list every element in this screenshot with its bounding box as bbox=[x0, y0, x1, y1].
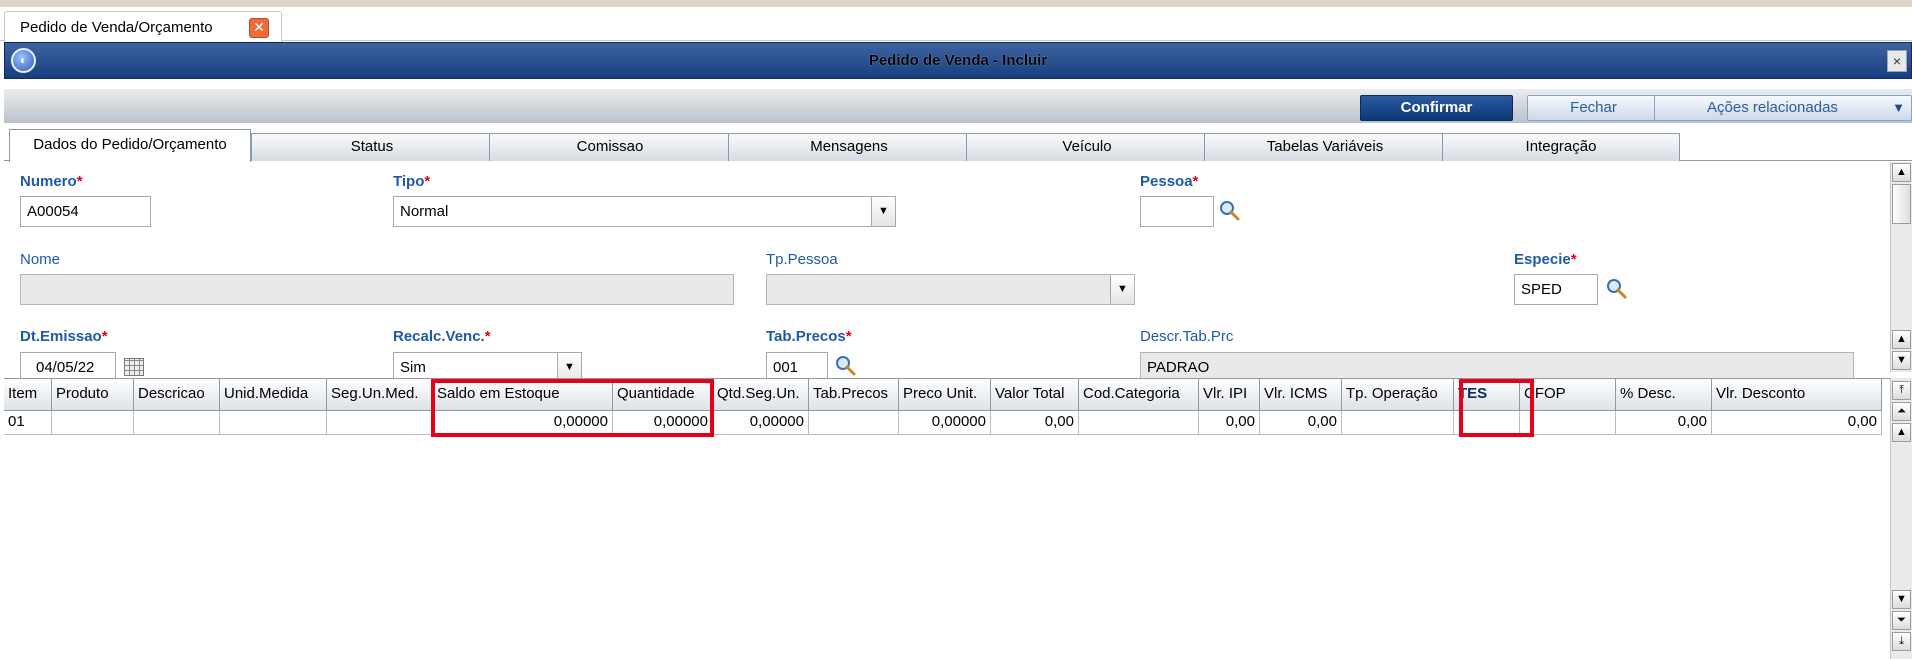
tp-pessoa-label: Tp.Pessoa bbox=[766, 251, 838, 268]
grid-column-header[interactable]: Valor Total bbox=[991, 379, 1079, 411]
grid-cell[interactable] bbox=[327, 411, 433, 435]
tab-status[interactable]: Status bbox=[251, 133, 493, 161]
related-actions-button[interactable]: Ações relacionadas ▼ bbox=[1654, 95, 1912, 121]
form-scrollbar[interactable]: ▲ ▲ ▼ bbox=[1890, 162, 1912, 372]
action-bar: Confirmar Fechar Ações relacionadas ▼ bbox=[4, 88, 1912, 123]
scroll-page-down-icon[interactable]: ⏷ bbox=[1892, 611, 1911, 630]
grid-column-header[interactable]: Unid.Medida bbox=[220, 379, 327, 411]
grid-column-header[interactable]: Qtd.Seg.Un. bbox=[713, 379, 809, 411]
chevron-down-icon[interactable]: ▼ bbox=[1110, 275, 1134, 304]
document-tab-label: Pedido de Venda/Orçamento bbox=[20, 18, 213, 36]
grid-column-header[interactable]: CFOP bbox=[1520, 379, 1616, 411]
tipo-label: Tipo* bbox=[393, 173, 431, 190]
tab-veiculo[interactable]: Veículo bbox=[966, 133, 1208, 161]
grid-cell[interactable] bbox=[220, 411, 327, 435]
confirm-button[interactable]: Confirmar bbox=[1360, 95, 1513, 121]
document-tab[interactable]: Pedido de Venda/Orçamento ✕ bbox=[4, 11, 282, 42]
grid-column-header[interactable]: % Desc. bbox=[1616, 379, 1712, 411]
grid-cell[interactable]: 0,00 bbox=[1712, 411, 1882, 435]
especie-input[interactable]: SPED bbox=[1514, 274, 1598, 305]
grid-cell[interactable] bbox=[1520, 411, 1616, 435]
scroll-up-icon[interactable]: ▲ bbox=[1892, 163, 1911, 182]
grid-cell[interactable]: 0,00000 bbox=[713, 411, 809, 435]
grid-column-header[interactable]: Produto bbox=[52, 379, 134, 411]
tab-comissao[interactable]: Comissao bbox=[489, 133, 731, 161]
tab-integracao[interactable]: Integração bbox=[1442, 133, 1680, 161]
tab-tabelas-variaveis[interactable]: Tabelas Variáveis bbox=[1204, 133, 1446, 161]
grid-cell[interactable] bbox=[809, 411, 899, 435]
nome-input[interactable] bbox=[20, 274, 734, 305]
table-row[interactable]: 01 0,00000 0,00000 0,00000 0,00000 0,00 … bbox=[4, 411, 1882, 435]
tipo-select[interactable]: Normal ▼ bbox=[393, 196, 896, 227]
calendar-icon[interactable] bbox=[124, 358, 144, 376]
scroll-top-icon[interactable]: ⤒ bbox=[1892, 381, 1911, 400]
tab-dados-pedido[interactable]: Dados do Pedido/Orçamento bbox=[9, 129, 251, 162]
tipo-value: Normal bbox=[400, 203, 449, 220]
grid-column-header[interactable]: Preco Unit. bbox=[899, 379, 991, 411]
close-icon[interactable]: ✕ bbox=[249, 18, 269, 38]
related-actions-label: Ações relacionadas bbox=[1707, 99, 1838, 116]
grid-column-header[interactable]: Tab.Precos bbox=[809, 379, 899, 411]
tab-precos-label: Tab.Precos* bbox=[766, 328, 852, 345]
highlight-saldo-quantidade bbox=[431, 379, 714, 437]
grid-cell[interactable] bbox=[134, 411, 220, 435]
grid-column-header[interactable]: Item bbox=[4, 379, 52, 411]
grid-cell[interactable]: 01 bbox=[4, 411, 52, 435]
grid-column-header[interactable]: Vlr. IPI bbox=[1199, 379, 1260, 411]
search-icon[interactable] bbox=[1605, 277, 1627, 299]
pessoa-input[interactable] bbox=[1140, 196, 1214, 227]
scroll-down-icon[interactable]: ▼ bbox=[1892, 590, 1911, 609]
grid-column-header[interactable]: Vlr. ICMS bbox=[1260, 379, 1342, 411]
top-strip bbox=[0, 0, 1912, 7]
window-title: Pedido de Venda - Incluir bbox=[868, 52, 1048, 69]
chevron-down-icon: ▼ bbox=[1892, 100, 1905, 115]
document-tab-bar: Pedido de Venda/Orçamento ✕ bbox=[0, 7, 1912, 42]
close-button[interactable]: Fechar bbox=[1527, 95, 1660, 121]
scroll-down-icon[interactable]: ▼ bbox=[1892, 351, 1911, 370]
search-icon[interactable] bbox=[834, 354, 856, 376]
grid-scrollbar[interactable]: ⤒ ⏶ ▲ ▼ ⏷ ⤓ bbox=[1890, 378, 1912, 659]
pessoa-label: Pessoa* bbox=[1140, 173, 1199, 190]
tp-pessoa-select[interactable]: ▼ bbox=[766, 274, 1135, 305]
especie-label: Especie* bbox=[1514, 251, 1577, 268]
scroll-up-icon[interactable]: ▲ bbox=[1892, 423, 1911, 442]
grid-cell[interactable]: 0,00 bbox=[1616, 411, 1712, 435]
grid-cell[interactable]: 0,00000 bbox=[899, 411, 991, 435]
search-icon[interactable] bbox=[1218, 199, 1240, 221]
grid-column-header[interactable]: Vlr. Desconto bbox=[1712, 379, 1882, 411]
window-title-bar: ◐ Pedido de Venda - Incluir × bbox=[4, 42, 1912, 79]
scroll-up-icon[interactable]: ▲ bbox=[1892, 330, 1911, 349]
grid-column-header[interactable]: Tp. Operação bbox=[1342, 379, 1454, 411]
grid-cell[interactable]: 0,00 bbox=[1199, 411, 1260, 435]
scroll-thumb[interactable] bbox=[1892, 184, 1911, 224]
recalc-venc-label: Recalc.Venc.* bbox=[393, 328, 491, 345]
app-root: Pedido de Venda/Orçamento ✕ ◐ Pedido de … bbox=[0, 0, 1912, 659]
scroll-bottom-icon[interactable]: ⤓ bbox=[1892, 632, 1911, 651]
grid-column-header[interactable]: Seg.Un.Med. bbox=[327, 379, 433, 411]
scroll-page-up-icon[interactable]: ⏶ bbox=[1892, 402, 1911, 421]
nome-label: Nome bbox=[20, 251, 61, 268]
grid-cell[interactable] bbox=[1342, 411, 1454, 435]
recalc-venc-value: Sim bbox=[400, 359, 426, 376]
window-close-button[interactable]: × bbox=[1887, 50, 1907, 72]
highlight-tes bbox=[1459, 379, 1534, 437]
grid-cell[interactable]: 0,00 bbox=[991, 411, 1079, 435]
form-tabs: Dados do Pedido/Orçamento Status Comissa… bbox=[4, 129, 1912, 162]
grid-header: Item Produto Descricao Unid.Medida Seg.U… bbox=[4, 379, 1882, 411]
chevron-down-icon[interactable]: ▼ bbox=[871, 197, 895, 226]
grid-column-header[interactable]: Cod.Categoria bbox=[1079, 379, 1199, 411]
items-grid: Item Produto Descricao Unid.Medida Seg.U… bbox=[4, 378, 1894, 659]
grid-cell[interactable]: 0,00 bbox=[1260, 411, 1342, 435]
descr-tab-prc-label: Descr.Tab.Prc bbox=[1140, 328, 1234, 345]
tab-mensagens[interactable]: Mensagens bbox=[728, 133, 970, 161]
numero-input[interactable]: A00054 bbox=[20, 196, 151, 227]
grid-column-header[interactable]: Descricao bbox=[134, 379, 220, 411]
grid-cell[interactable] bbox=[52, 411, 134, 435]
grid-cell[interactable] bbox=[1079, 411, 1199, 435]
dt-emissao-label: Dt.Emissao* bbox=[20, 328, 108, 345]
numero-label: Numero* bbox=[20, 173, 83, 190]
